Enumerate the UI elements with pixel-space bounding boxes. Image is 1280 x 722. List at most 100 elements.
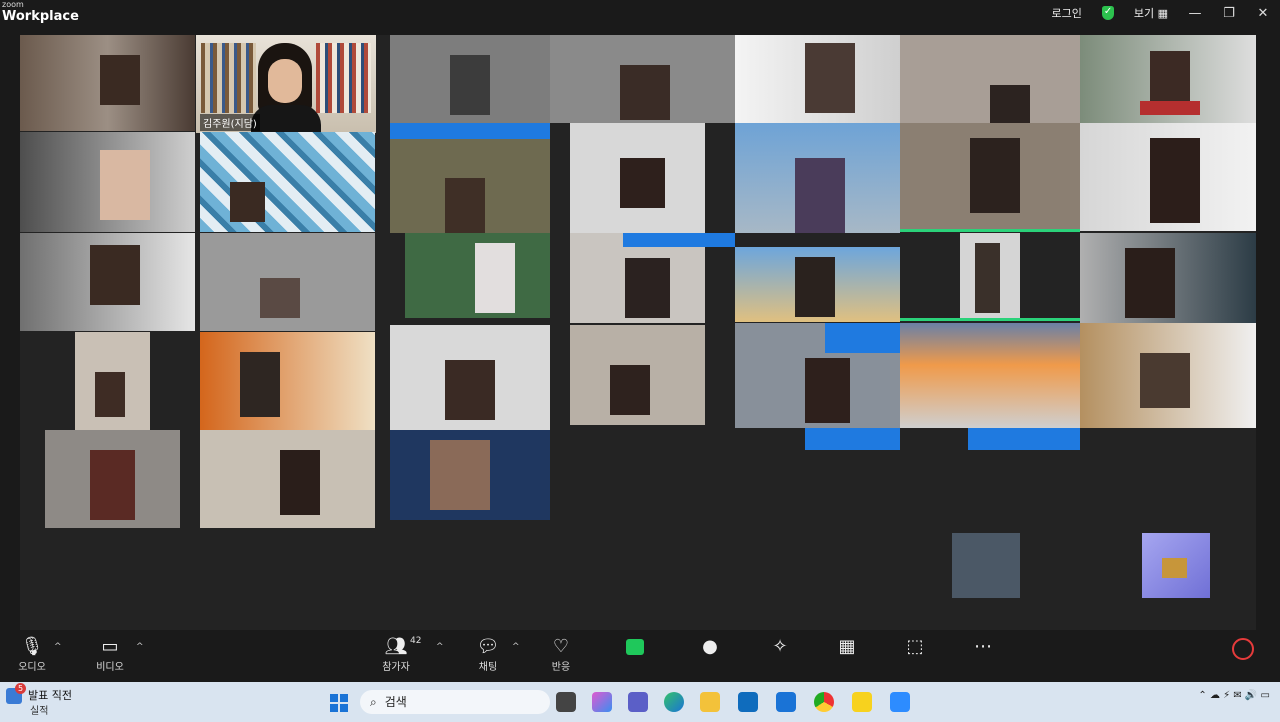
end-call-icon [1232,638,1254,660]
windows-start-icon[interactable] [330,694,348,712]
teams-icon[interactable] [628,692,648,712]
file-explorer-icon[interactable] [700,692,720,712]
video-tile[interactable] [735,247,900,322]
speaker-highlight [968,428,1080,450]
title-bar: zoom Workplace 로그인 보기 ▦ — ❐ ✕ [0,0,1280,30]
view-label: 보기 [1133,7,1155,20]
brand-bottom: Workplace [2,9,79,24]
camera-icon: ▭ [101,636,119,657]
video-tile[interactable] [200,332,375,430]
system-tray[interactable]: ⌃ ☁ ⚡ ✉ 🔊 ▭ [1198,690,1270,701]
more-button[interactable]: ⋯ [968,636,998,658]
apps-grid-icon: ▦ [838,636,856,657]
react-label: 반응 [551,662,571,673]
close-button[interactable]: ✕ [1246,6,1280,21]
share-screen-button[interactable] [620,636,650,655]
task-view-icon[interactable] [556,692,576,712]
video-tile[interactable] [200,430,375,528]
whiteboard-button[interactable]: ⬚ [900,636,930,658]
view-button[interactable]: 보기 ▦ [1124,5,1178,21]
video-tile[interactable] [900,323,1080,428]
sparkle-icon: ✧ [772,636,788,657]
participants-options-caret[interactable]: ^ [436,642,444,652]
video-tile-camera-off[interactable] [952,533,1020,598]
edge-icon[interactable] [664,692,684,712]
search-icon: ⌕ [370,695,377,709]
brand-top: zoom [2,0,24,9]
widget-badge: 5 [15,683,26,694]
search-placeholder: 검색 [384,695,407,709]
video-tile[interactable] [20,35,195,131]
chat-button[interactable]: 💬︎ 채팅 [470,636,506,673]
copilot-icon[interactable] [592,692,612,712]
speaker-highlight [623,233,735,247]
meeting-toolbar: 🎙︎ 오디오 ^ ▭ 비디오 ^ 👥︎ 참가자 42 ^ 💬︎ 채팅 ^ ♡ 반… [0,632,1280,682]
audio-button[interactable]: 🎙︎ 오디오 [12,636,52,673]
kakaotalk-icon[interactable] [852,692,872,712]
widget-subtitle: 실적 [30,706,49,717]
chat-options-caret[interactable]: ^ [512,642,520,652]
video-tile[interactable] [1080,35,1256,123]
video-tile[interactable] [1142,533,1210,598]
participants-label: 참가자 [382,662,410,673]
video-tile[interactable] [960,233,1020,318]
video-tile[interactable] [1080,123,1256,231]
widget-title: 발표 직전 [28,689,72,702]
video-tile[interactable] [45,430,180,528]
share-screen-icon [626,639,644,655]
active-speaker-bar [900,318,1080,321]
video-tile[interactable] [1080,323,1256,428]
apps-button[interactable]: ▦ [832,636,862,658]
record-button[interactable]: ● [695,636,725,658]
zoom-icon[interactable] [890,692,910,712]
os-taskbar: 5 발표 직전 실적 ⌕ 검색 ⌃ ☁ ⚡ ✉ 🔊 ▭ [0,682,1280,722]
login-button[interactable]: 로그인 [1041,5,1091,21]
speaker-highlight [805,428,900,450]
video-tile[interactable] [75,332,150,430]
video-tile[interactable] [735,323,900,428]
video-tile[interactable] [390,123,550,233]
active-speaker-bar [900,229,1080,232]
video-gallery: 김주원(지담) [20,35,1256,630]
security-shield-icon[interactable] [1101,6,1114,20]
chat-bubble-icon: 💬︎ [476,636,500,657]
video-tile[interactable] [735,123,900,233]
calendar-icon[interactable] [776,692,796,712]
video-tile[interactable] [20,132,195,232]
video-tile[interactable] [570,123,705,233]
video-options-caret[interactable]: ^ [136,642,144,652]
video-tile[interactable] [570,325,705,425]
more-icon: ⋯ [974,636,992,657]
notification-widget[interactable]: 5 발표 직전 실적 [6,683,72,717]
ai-companion-button[interactable]: ✧ [765,636,795,658]
widget-icon: 5 [6,683,26,704]
minimize-button[interactable]: — [1178,6,1212,21]
video-tile[interactable] [735,35,900,123]
video-tile[interactable] [390,325,550,430]
audio-options-caret[interactable]: ^ [54,642,62,652]
zoom-logo: zoom Workplace [2,0,79,24]
video-button[interactable]: ▭ 비디오 [90,636,130,673]
heart-icon: ♡ [552,636,570,657]
outlook-icon[interactable] [738,692,758,712]
video-tile[interactable] [20,233,195,331]
taskbar-search[interactable]: ⌕ 검색 [360,690,550,714]
maximize-button[interactable]: ❐ [1212,6,1246,21]
record-icon: ● [702,636,718,657]
video-tile[interactable] [900,123,1080,231]
video-tile[interactable] [390,430,550,520]
video-tile[interactable] [1080,233,1256,323]
chat-label: 채팅 [478,662,498,673]
reactions-button[interactable]: ♡ 반응 [543,636,579,673]
video-tile[interactable] [405,233,550,318]
video-tile[interactable] [900,35,1080,123]
video-tile[interactable] [390,35,550,123]
chrome-icon[interactable] [814,692,834,712]
video-tile[interactable] [550,35,735,123]
whiteboard-icon: ⬚ [906,636,924,657]
host-video-tile[interactable]: 김주원(지담) [196,35,376,133]
end-meeting-button[interactable] [1228,636,1258,660]
audio-label: 오디오 [18,662,46,673]
video-tile[interactable] [200,233,375,331]
video-tile[interactable] [200,132,375,232]
